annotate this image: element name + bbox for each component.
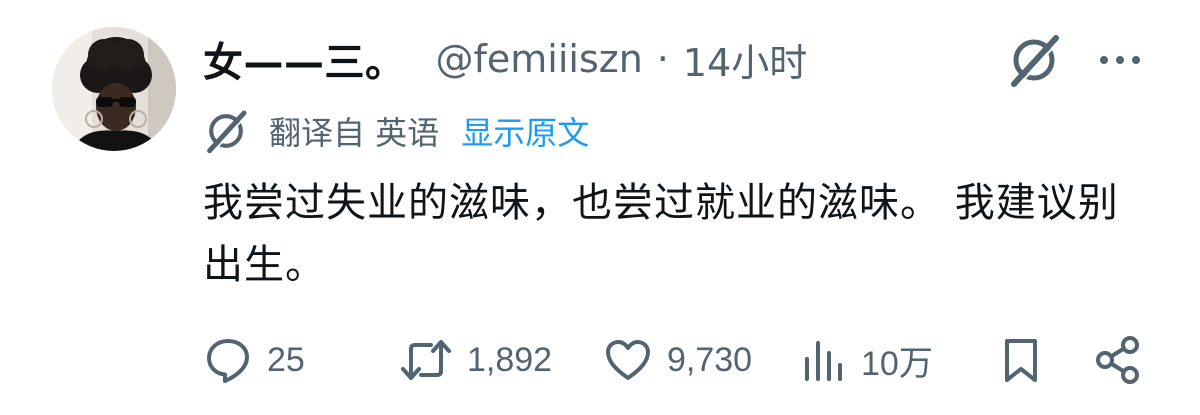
retweet-count: 1,892	[467, 340, 553, 379]
grok-translate-icon	[203, 108, 249, 154]
translated-from-label: 翻译自 英语	[269, 114, 440, 152]
heart-icon	[606, 340, 650, 380]
translation-row: 翻译自 英语 显示原文	[203, 104, 589, 158]
show-original-link[interactable]: 显示原文	[461, 108, 589, 154]
views-bar-icon	[805, 341, 842, 381]
avatar-image	[52, 27, 176, 151]
bookmark-icon	[1005, 339, 1037, 382]
share-icon	[1096, 336, 1139, 384]
retweet-icon	[401, 340, 451, 380]
tweet-header: 女——三。 @femiiiszn · 14小时	[203, 24, 807, 94]
like-button[interactable]: 9,730	[603, 330, 752, 390]
reply-button[interactable]: 25	[203, 330, 305, 390]
more-dots-icon[interactable]	[1096, 50, 1144, 70]
tweet-text: 我尝过失业的滋味，也尝过就业的滋味。 我建议别出生。	[203, 180, 1119, 288]
views-button[interactable]: 10万	[801, 330, 933, 390]
avatar[interactable]	[52, 27, 176, 151]
timestamp[interactable]: 14小时	[683, 32, 807, 87]
author-handle[interactable]: @femiiiszn	[436, 37, 643, 81]
separator-dot: ·	[656, 37, 669, 81]
share-button[interactable]	[1093, 330, 1143, 390]
reply-count: 25	[267, 340, 305, 379]
tweet-actions: 25 1,892 9,730 10万	[203, 330, 1153, 390]
reply-bubble-icon	[207, 339, 249, 383]
bookmark-button[interactable]	[999, 330, 1043, 390]
view-count: 10万	[861, 344, 933, 383]
like-count: 9,730	[667, 340, 753, 379]
retweet-button[interactable]: 1,892	[399, 330, 552, 390]
grok-icon[interactable]	[1006, 32, 1062, 88]
tweet-card: 女——三。 @femiiiszn · 14小时 翻译自 英语 显示原文 我尝过失…	[0, 0, 1200, 415]
author-display-name[interactable]: 女——三。	[203, 30, 406, 88]
